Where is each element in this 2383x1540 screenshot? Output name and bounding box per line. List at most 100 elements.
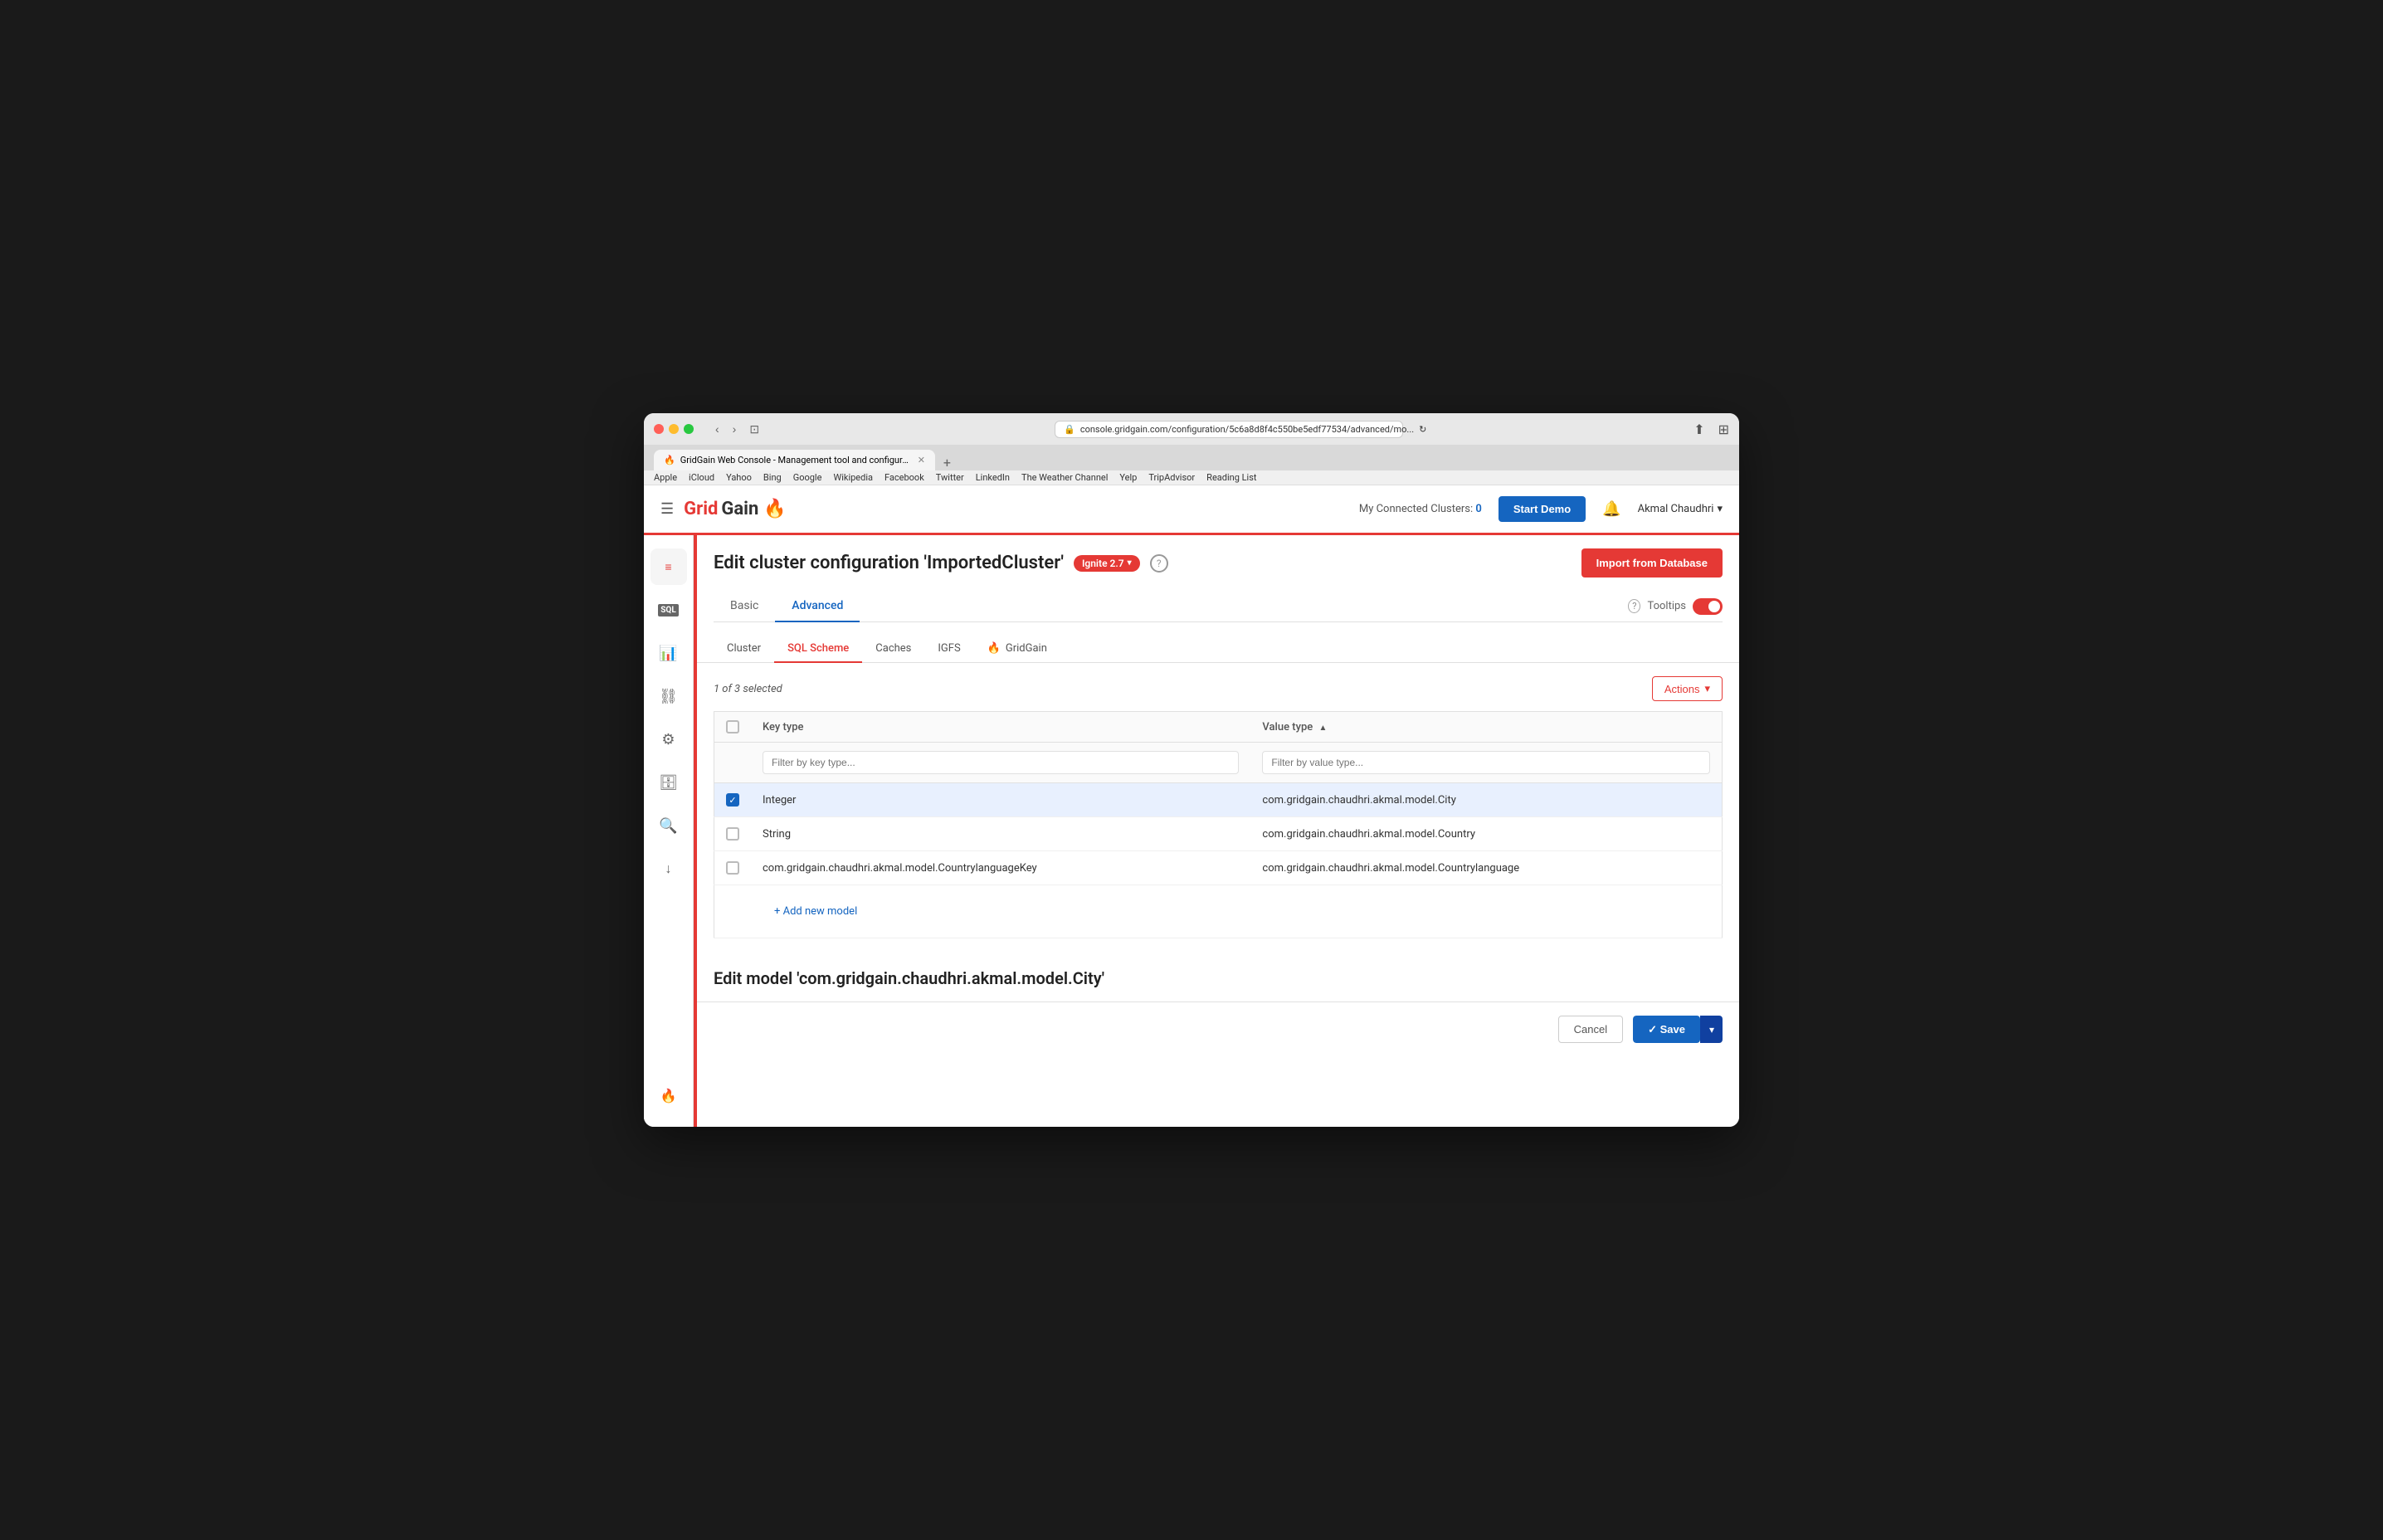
downloads-icon: ↓ (665, 860, 672, 877)
row-3-checkbox-cell[interactable] (714, 851, 752, 885)
sidebar-item-sql[interactable]: SQL (651, 592, 687, 628)
bookmarks-bar: Apple iCloud Yahoo Bing Google Wikipedia… (644, 470, 1739, 485)
user-name: Akmal Chaudhri (1638, 503, 1714, 515)
reload-icon[interactable]: ↻ (1419, 424, 1426, 435)
share-icon[interactable]: ⬆ (1693, 422, 1704, 437)
value-type-filter-input[interactable] (1262, 751, 1710, 774)
add-new-model-link[interactable]: + Add new model (763, 895, 869, 928)
main-tabs-container: Basic Advanced ? Tooltips (697, 591, 1739, 622)
row-3-checkbox[interactable] (726, 861, 739, 875)
new-tab-icon[interactable]: ⊞ (1718, 422, 1729, 437)
table-area: 1 of 3 selected Actions ▾ (697, 663, 1739, 952)
settings-gear-icon: ⚙ (661, 731, 675, 748)
sidebar-item-databases[interactable]: 🗄 (651, 764, 687, 801)
sidebar-item-ignite[interactable]: 🔥 (651, 1077, 687, 1114)
tab-favicon: 🔥 (664, 455, 675, 465)
table-header-row: Key type Value type ▲ (714, 712, 1723, 743)
user-menu[interactable]: Akmal Chaudhri ▾ (1638, 503, 1723, 515)
bookmark-yelp[interactable]: Yelp (1119, 472, 1137, 483)
tooltips-toggle[interactable] (1693, 598, 1723, 615)
bookmark-bing[interactable]: Bing (763, 472, 782, 483)
sub-tab-sql-scheme[interactable]: SQL Scheme (774, 636, 862, 663)
row-1-checkbox[interactable]: ✓ (726, 793, 739, 807)
ignite-logo-icon: 🔥 (660, 1088, 677, 1104)
hamburger-menu[interactable]: ☰ (660, 500, 674, 518)
maximize-button[interactable] (684, 424, 694, 434)
bookmark-yahoo[interactable]: Yahoo (726, 472, 752, 483)
minimize-button[interactable] (669, 424, 679, 434)
sub-tab-igfs[interactable]: IGFS (924, 636, 973, 663)
row-1-checkbox-cell[interactable]: ✓ (714, 783, 752, 817)
sidebar-item-downloads[interactable]: ↓ (651, 850, 687, 887)
table-row[interactable]: com.gridgain.chaudhri.akmal.model.Countr… (714, 851, 1723, 885)
logo-flame-icon: 🔥 (763, 499, 786, 519)
save-button[interactable]: ✓ Save (1633, 1016, 1700, 1043)
tab-close-icon[interactable]: ✕ (918, 455, 925, 465)
sidebar-item-settings[interactable]: ⚙ (651, 721, 687, 758)
monitoring-icon: 📊 (659, 645, 677, 662)
table-row[interactable]: String com.gridgain.chaudhri.akmal.model… (714, 817, 1723, 851)
address-bar[interactable]: 🔒 console.gridgain.com/configuration/5c6… (1055, 421, 1403, 438)
row-2-checkbox-cell[interactable] (714, 817, 752, 851)
close-button[interactable] (654, 424, 664, 434)
bookmark-reading-list[interactable]: Reading List (1206, 472, 1256, 483)
selection-count: 1 of 3 selected (714, 683, 782, 695)
value-type-header[interactable]: Value type ▲ (1250, 712, 1722, 743)
titlebar: ‹ › ⊡ 🔒 console.gridgain.com/configurati… (644, 413, 1739, 445)
sidebar-item-configuration[interactable]: ≡ (651, 548, 687, 585)
queries-icon: 🔍 (659, 817, 677, 835)
bookmark-facebook[interactable]: Facebook (884, 472, 924, 483)
table-row[interactable]: ✓ Integer com.gridgain.chaudhri.akmal.mo… (714, 783, 1723, 817)
tab-basic[interactable]: Basic (714, 591, 775, 622)
start-demo-button[interactable]: Start Demo (1499, 496, 1586, 522)
key-type-filter-input[interactable] (763, 751, 1239, 774)
bookmark-apple[interactable]: Apple (654, 472, 677, 483)
row-2-checkbox[interactable] (726, 827, 739, 841)
main-layout: ≡ SQL 📊 ⛓ ⚙ 🗄 🔍 (644, 535, 1739, 1127)
sub-tab-cluster[interactable]: Cluster (714, 636, 774, 663)
forward-button[interactable]: › (728, 421, 742, 438)
header-right: My Connected Clusters: 0 Start Demo 🔔 Ak… (1359, 496, 1723, 522)
save-dropdown-arrow-button[interactable]: ▾ (1700, 1016, 1723, 1043)
sidebar-item-monitoring[interactable]: 📊 (651, 635, 687, 671)
bookmark-linkedin[interactable]: LinkedIn (976, 472, 1010, 483)
notifications-bell-icon[interactable]: 🔔 (1602, 500, 1620, 518)
active-tab[interactable]: 🔥 GridGain Web Console - Management tool… (654, 450, 935, 470)
back-button[interactable]: ‹ (710, 421, 724, 438)
sidebar-toggle-button[interactable]: ⊡ (744, 421, 764, 438)
actions-button[interactable]: Actions ▾ (1652, 676, 1723, 701)
add-model-row: + Add new model (714, 885, 1723, 938)
new-tab-button[interactable]: + (937, 455, 958, 470)
database-icon: 🗄 (659, 774, 678, 792)
bookmark-tripadvisor[interactable]: TripAdvisor (1148, 472, 1195, 483)
select-all-header[interactable] (714, 712, 752, 743)
key-type-header[interactable]: Key type (751, 712, 1250, 743)
url-text: console.gridgain.com/configuration/5c6a8… (1080, 424, 1414, 435)
tab-advanced[interactable]: Advanced (775, 591, 860, 622)
help-icon[interactable]: ? (1150, 554, 1168, 573)
titlebar-center: 🔒 console.gridgain.com/configuration/5c6… (771, 421, 1687, 438)
bookmark-wikipedia[interactable]: Wikipedia (833, 472, 873, 483)
clusters-label: My Connected Clusters: (1359, 503, 1473, 515)
sub-tab-gridgain[interactable]: 🔥 GridGain (974, 636, 1060, 663)
page-header: Edit cluster configuration 'ImportedClus… (697, 535, 1739, 591)
bookmark-icloud[interactable]: iCloud (689, 472, 714, 483)
bookmark-twitter[interactable]: Twitter (936, 472, 964, 483)
clusters-icon: ⛓ (659, 688, 678, 705)
table-controls: 1 of 3 selected Actions ▾ (714, 676, 1723, 701)
tooltips-label: Tooltips (1647, 600, 1686, 612)
sub-tab-caches[interactable]: Caches (862, 636, 924, 663)
import-from-database-button[interactable]: Import from Database (1581, 548, 1723, 578)
row-2-value-type: com.gridgain.chaudhri.akmal.model.Countr… (1250, 817, 1722, 851)
ignite-version-badge[interactable]: Ignite 2.7 ▾ (1074, 555, 1140, 572)
clusters-count[interactable]: 0 (1475, 503, 1481, 515)
ignite-version-text: Ignite 2.7 (1082, 558, 1124, 569)
save-button-group: ✓ Save ▾ (1633, 1016, 1723, 1043)
bookmark-weather[interactable]: The Weather Channel (1021, 472, 1108, 483)
sidebar-item-clusters[interactable]: ⛓ (651, 678, 687, 714)
table-filter-row (714, 743, 1723, 783)
sidebar-item-queries[interactable]: 🔍 (651, 807, 687, 844)
cancel-button[interactable]: Cancel (1558, 1016, 1623, 1043)
select-all-checkbox[interactable] (726, 720, 739, 733)
bookmark-google[interactable]: Google (793, 472, 822, 483)
